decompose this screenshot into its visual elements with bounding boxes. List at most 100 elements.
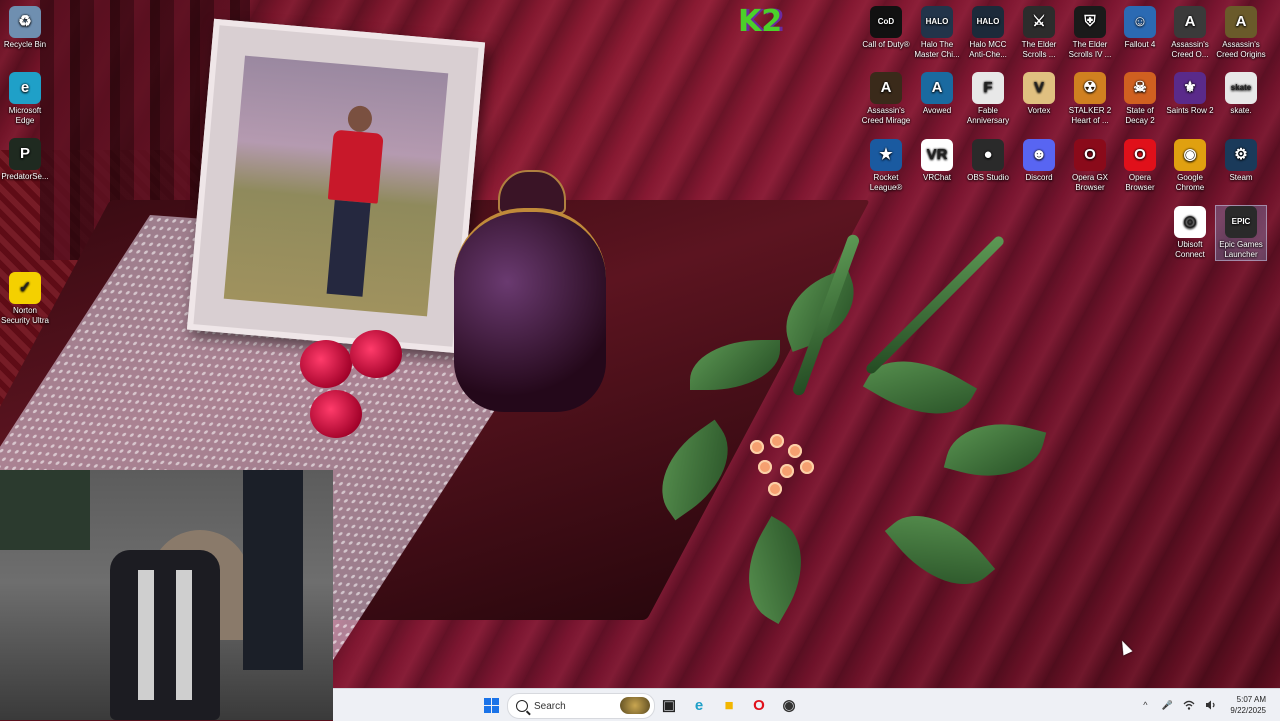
opera-taskbar-button[interactable]: O (747, 693, 771, 717)
desktop-icon-label: Rocket League® (869, 173, 903, 192)
desktop-icon[interactable]: VR VRChat (912, 139, 962, 183)
microphone-icon[interactable]: 🎤 (1160, 698, 1174, 712)
desktop-icon[interactable]: ☻ Discord (1014, 139, 1064, 183)
desktop-icon[interactable]: ♻ Recycle Bin (0, 6, 50, 50)
webcam-chair (110, 550, 220, 720)
desktop-icon[interactable]: CoD Call of Duty® (861, 6, 911, 50)
state-of-decay-icon: ☠ (1124, 72, 1156, 104)
task-view-button[interactable]: ▣ (657, 693, 681, 717)
app-taskbar-button[interactable]: ◉ (777, 693, 801, 717)
desktop-icon-label: Ubisoft Connect (1175, 240, 1205, 259)
desktop-icon-label: Epic Games Launcher (1219, 240, 1263, 259)
edge-taskbar-button[interactable]: e (687, 693, 711, 717)
desktop-icon[interactable]: O Opera Browser (1115, 139, 1165, 193)
desktop-icon[interactable]: ☢ STALKER 2 Heart of ... (1065, 72, 1115, 126)
desktop-icon[interactable]: EPIC Epic Games Launcher (1215, 205, 1267, 261)
taskbar: Search ▣ e ■ O ◉ ^ 🎤 5:07 AM 9/22/2025 (333, 688, 1280, 721)
desktop-icon[interactable]: O Opera GX Browser (1065, 139, 1115, 193)
vortex-icon: V (1023, 72, 1055, 104)
desktop-icon[interactable]: ◉ Google Chrome (1165, 139, 1215, 193)
predator-sense-icon: P (9, 138, 41, 170)
desktop-icon-label: skate. (1230, 106, 1252, 115)
epic-games-icon: EPIC (1225, 206, 1257, 238)
desktop-icon-label: State of Decay 2 (1125, 106, 1155, 125)
avowed-icon: A (921, 72, 953, 104)
desktop-icon-label: Fallout 4 (1124, 40, 1156, 49)
opera-icon: O (1124, 139, 1156, 171)
search-icon (516, 700, 528, 712)
desktop-icon[interactable]: skate skate. (1216, 72, 1266, 116)
webcam-overlay (0, 470, 333, 720)
desktop-icon-label: Recycle Bin (3, 40, 47, 49)
desktop-icon[interactable]: ⚔ The Elder Scrolls ... (1014, 6, 1064, 60)
desktop-icon-label: Opera GX Browser (1071, 173, 1108, 192)
desktop-icon[interactable]: ✓ Norton Security Ultra (0, 272, 50, 326)
desktop-icon-label: Discord (1025, 173, 1053, 182)
start-button[interactable] (479, 693, 503, 717)
saints-row-icon: ⚜ (1174, 72, 1206, 104)
desktop-icon-label: VRChat (922, 173, 951, 182)
desktop-icon[interactable]: ● OBS Studio (963, 139, 1013, 183)
chrome-icon: ◉ (1174, 139, 1206, 171)
rocket-league-icon: ★ (870, 139, 902, 171)
desktop-icon[interactable]: ⛨ The Elder Scrolls IV ... (1065, 6, 1115, 60)
file-explorer-button[interactable]: ■ (717, 693, 741, 717)
desktop-icon[interactable]: HALO Halo MCC Anti-Che... (963, 6, 1013, 60)
halo-mcc-anticheat-icon: HALO (972, 6, 1004, 38)
app-taskbar-icon: ◉ (782, 697, 796, 714)
search-highlight-icon (620, 697, 650, 714)
desktop-icon-label: The Elder Scrolls ... (1021, 40, 1057, 59)
opera-gx-icon: O (1074, 139, 1106, 171)
ac-mirage-icon: A (870, 72, 902, 104)
desktop-icon[interactable]: ◎ Ubisoft Connect (1165, 206, 1215, 260)
k2-logo: K2 (738, 4, 783, 39)
ubisoft-connect-icon: ◎ (1174, 206, 1206, 238)
desktop-icon[interactable]: HALO Halo The Master Chi... (912, 6, 962, 60)
wallpaper-photo-frame (186, 18, 486, 354)
desktop-icon[interactable]: A Assassin's Creed O... (1165, 6, 1215, 60)
elder-scrolls-icon: ⚔ (1023, 6, 1055, 38)
volume-icon[interactable] (1204, 698, 1218, 712)
desktop-icon[interactable]: A Assassin's Creed Origins (1216, 6, 1266, 60)
desktop-icon[interactable]: F Fable Anniversary (963, 72, 1013, 126)
desktop-icon-label: Assassin's Creed Origins (1216, 40, 1266, 59)
norton-icon: ✓ (9, 272, 41, 304)
taskbar-search-box[interactable]: Search (507, 693, 655, 719)
desktop-icon-label: Call of Duty® (862, 40, 910, 49)
desktop-icon-label: Steam (1229, 173, 1253, 182)
edge-taskbar-icon: e (694, 696, 704, 714)
desktop-icon[interactable]: V Vortex (1014, 72, 1064, 116)
desktop-icon-label: Google Chrome (1175, 173, 1205, 192)
call-of-duty-icon: CoD (870, 6, 902, 38)
desktop-icon[interactable]: e Microsoft Edge (0, 72, 50, 126)
wallpaper-plant (630, 190, 1100, 680)
stalker-2-icon: ☢ (1074, 72, 1106, 104)
desktop-icon-label: Assassin's Creed O... (1171, 40, 1209, 59)
opera-taskbar-icon: O (753, 696, 765, 714)
desktop-icon[interactable]: ★ Rocket League® (861, 139, 911, 193)
task-view-icon: ▣ (661, 697, 677, 714)
desktop-icon[interactable]: ⚜ Saints Row 2 (1165, 72, 1215, 116)
desktop-icon[interactable]: ⚙ Steam (1216, 139, 1266, 183)
desktop-icon[interactable]: ☺ Fallout 4 (1115, 6, 1165, 50)
taskbar-clock[interactable]: 5:07 AM 9/22/2025 (1230, 694, 1266, 716)
desktop-icon-label: Saints Row 2 (1166, 106, 1214, 115)
system-tray: ^ 🎤 5:07 AM 9/22/2025 (1134, 689, 1280, 721)
obs-icon: ● (972, 139, 1004, 171)
desktop-icon[interactable]: ☠ State of Decay 2 (1115, 72, 1165, 126)
desktop-icon-label: Halo MCC Anti-Che... (969, 40, 1007, 59)
desktop-icon-label: Microsoft Edge (8, 106, 42, 125)
desktop-icon-label: STALKER 2 Heart of ... (1068, 106, 1112, 125)
desktop-icon[interactable]: A Assassin's Creed Mirage (861, 72, 911, 126)
wallpaper-photo (223, 55, 449, 317)
clock-date: 9/22/2025 (1230, 706, 1266, 715)
wallpaper-person (315, 103, 391, 298)
wifi-icon[interactable] (1182, 698, 1196, 712)
wallpaper-urn (450, 170, 610, 412)
show-hidden-icons-button[interactable]: ^ (1138, 698, 1152, 712)
desktop-icon[interactable]: P PredatorSe... (0, 138, 50, 182)
desktop-icon[interactable]: A Avowed (912, 72, 962, 116)
vrchat-icon: VR (921, 139, 953, 171)
search-placeholder: Search (534, 700, 566, 712)
desktop-icon-label: Opera Browser (1125, 173, 1155, 192)
